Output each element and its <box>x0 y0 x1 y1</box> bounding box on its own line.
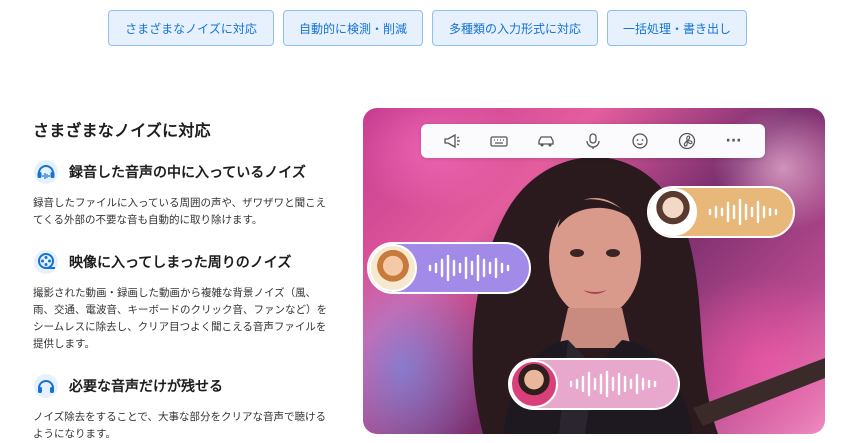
waveform-icon <box>708 198 778 226</box>
feature-title: 録音した音声の中に入っているノイズ <box>69 165 306 181</box>
headset-wave-icon <box>34 160 58 184</box>
feature-desc: ノイズ除去をすることで、大事な部分をクリアな音声で聴けるようになります。 <box>33 411 326 440</box>
feature-item: 録音した音声の中に入っているノイズ 録音したファイルに入っている周囲の声や、ザワ… <box>33 159 333 229</box>
feature-title: 必要な音声だけが残せる <box>69 379 223 395</box>
audio-pill-purple <box>367 242 531 294</box>
waveform-icon <box>569 370 657 398</box>
audio-pill-pink <box>508 358 680 410</box>
feature-item: 必要な音声だけが残せる ノイズ除去をすることで、大事な部分をクリアな音声で聴ける… <box>33 373 333 443</box>
avatar <box>369 244 417 292</box>
audio-pill-orange <box>647 186 795 238</box>
tab-auto-detect[interactable]: 自動的に検測・削減 <box>283 10 423 46</box>
more-icon[interactable]: ··· <box>722 130 744 152</box>
feature-desc: 録音したファイルに入っている周囲の声や、ザワザワと聞こえてくる外部の不要な音も自… <box>33 197 327 226</box>
feature-item: 映像に入ってしまった周りのノイズ 撮影された動画・録画した動画から複雑な背景ノイ… <box>33 249 333 353</box>
microphone-icon[interactable] <box>582 130 604 152</box>
tab-batch-export[interactable]: 一括処理・書き出し <box>607 10 747 46</box>
waveform-icon <box>428 254 510 282</box>
feature-description: さまざまなノイズに対応 録音した音声の中に入っているノイズ 録音したファイルに入… <box>33 117 333 443</box>
avatar <box>649 188 697 236</box>
keyboard-icon[interactable] <box>488 130 510 152</box>
car-icon[interactable] <box>535 130 557 152</box>
fan-icon[interactable] <box>676 130 698 152</box>
avatar <box>510 360 558 408</box>
headphones-icon <box>34 374 58 398</box>
feature-title: 映像に入ってしまった周りのノイズ <box>69 255 292 271</box>
section-heading: さまざまなノイズに対応 <box>33 121 211 140</box>
baby-face-icon[interactable] <box>629 130 651 152</box>
feature-desc: 撮影された動画・録画した動画から複雑な背景ノイズ（風、雨、交通、電波音、キーボー… <box>33 287 327 350</box>
noise-type-toolbar: ··· <box>421 124 765 158</box>
megaphone-icon[interactable] <box>441 130 463 152</box>
film-reel-icon <box>34 250 58 274</box>
hero-image: ··· <box>363 108 825 434</box>
tab-various-noise[interactable]: さまざまなノイズに対応 <box>108 10 274 46</box>
feature-tabs: さまざまなノイズに対応 自動的に検測・削減 多種類の入力形式に対応 一括処理・書… <box>108 10 747 46</box>
tab-input-formats[interactable]: 多種類の入力形式に対応 <box>432 10 598 46</box>
